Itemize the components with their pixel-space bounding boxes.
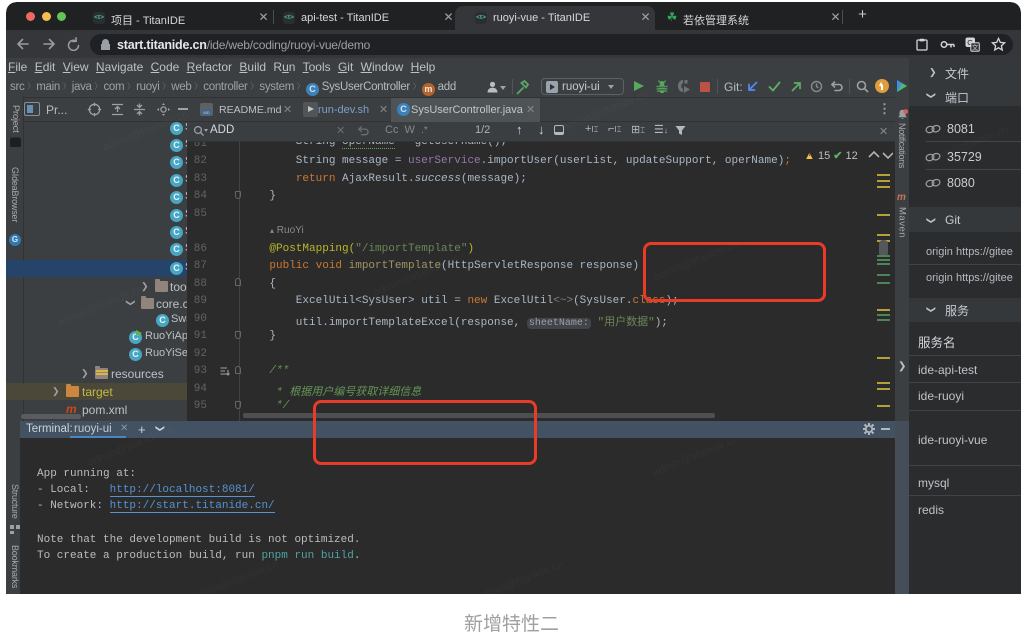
svg-text:文: 文	[972, 43, 979, 52]
